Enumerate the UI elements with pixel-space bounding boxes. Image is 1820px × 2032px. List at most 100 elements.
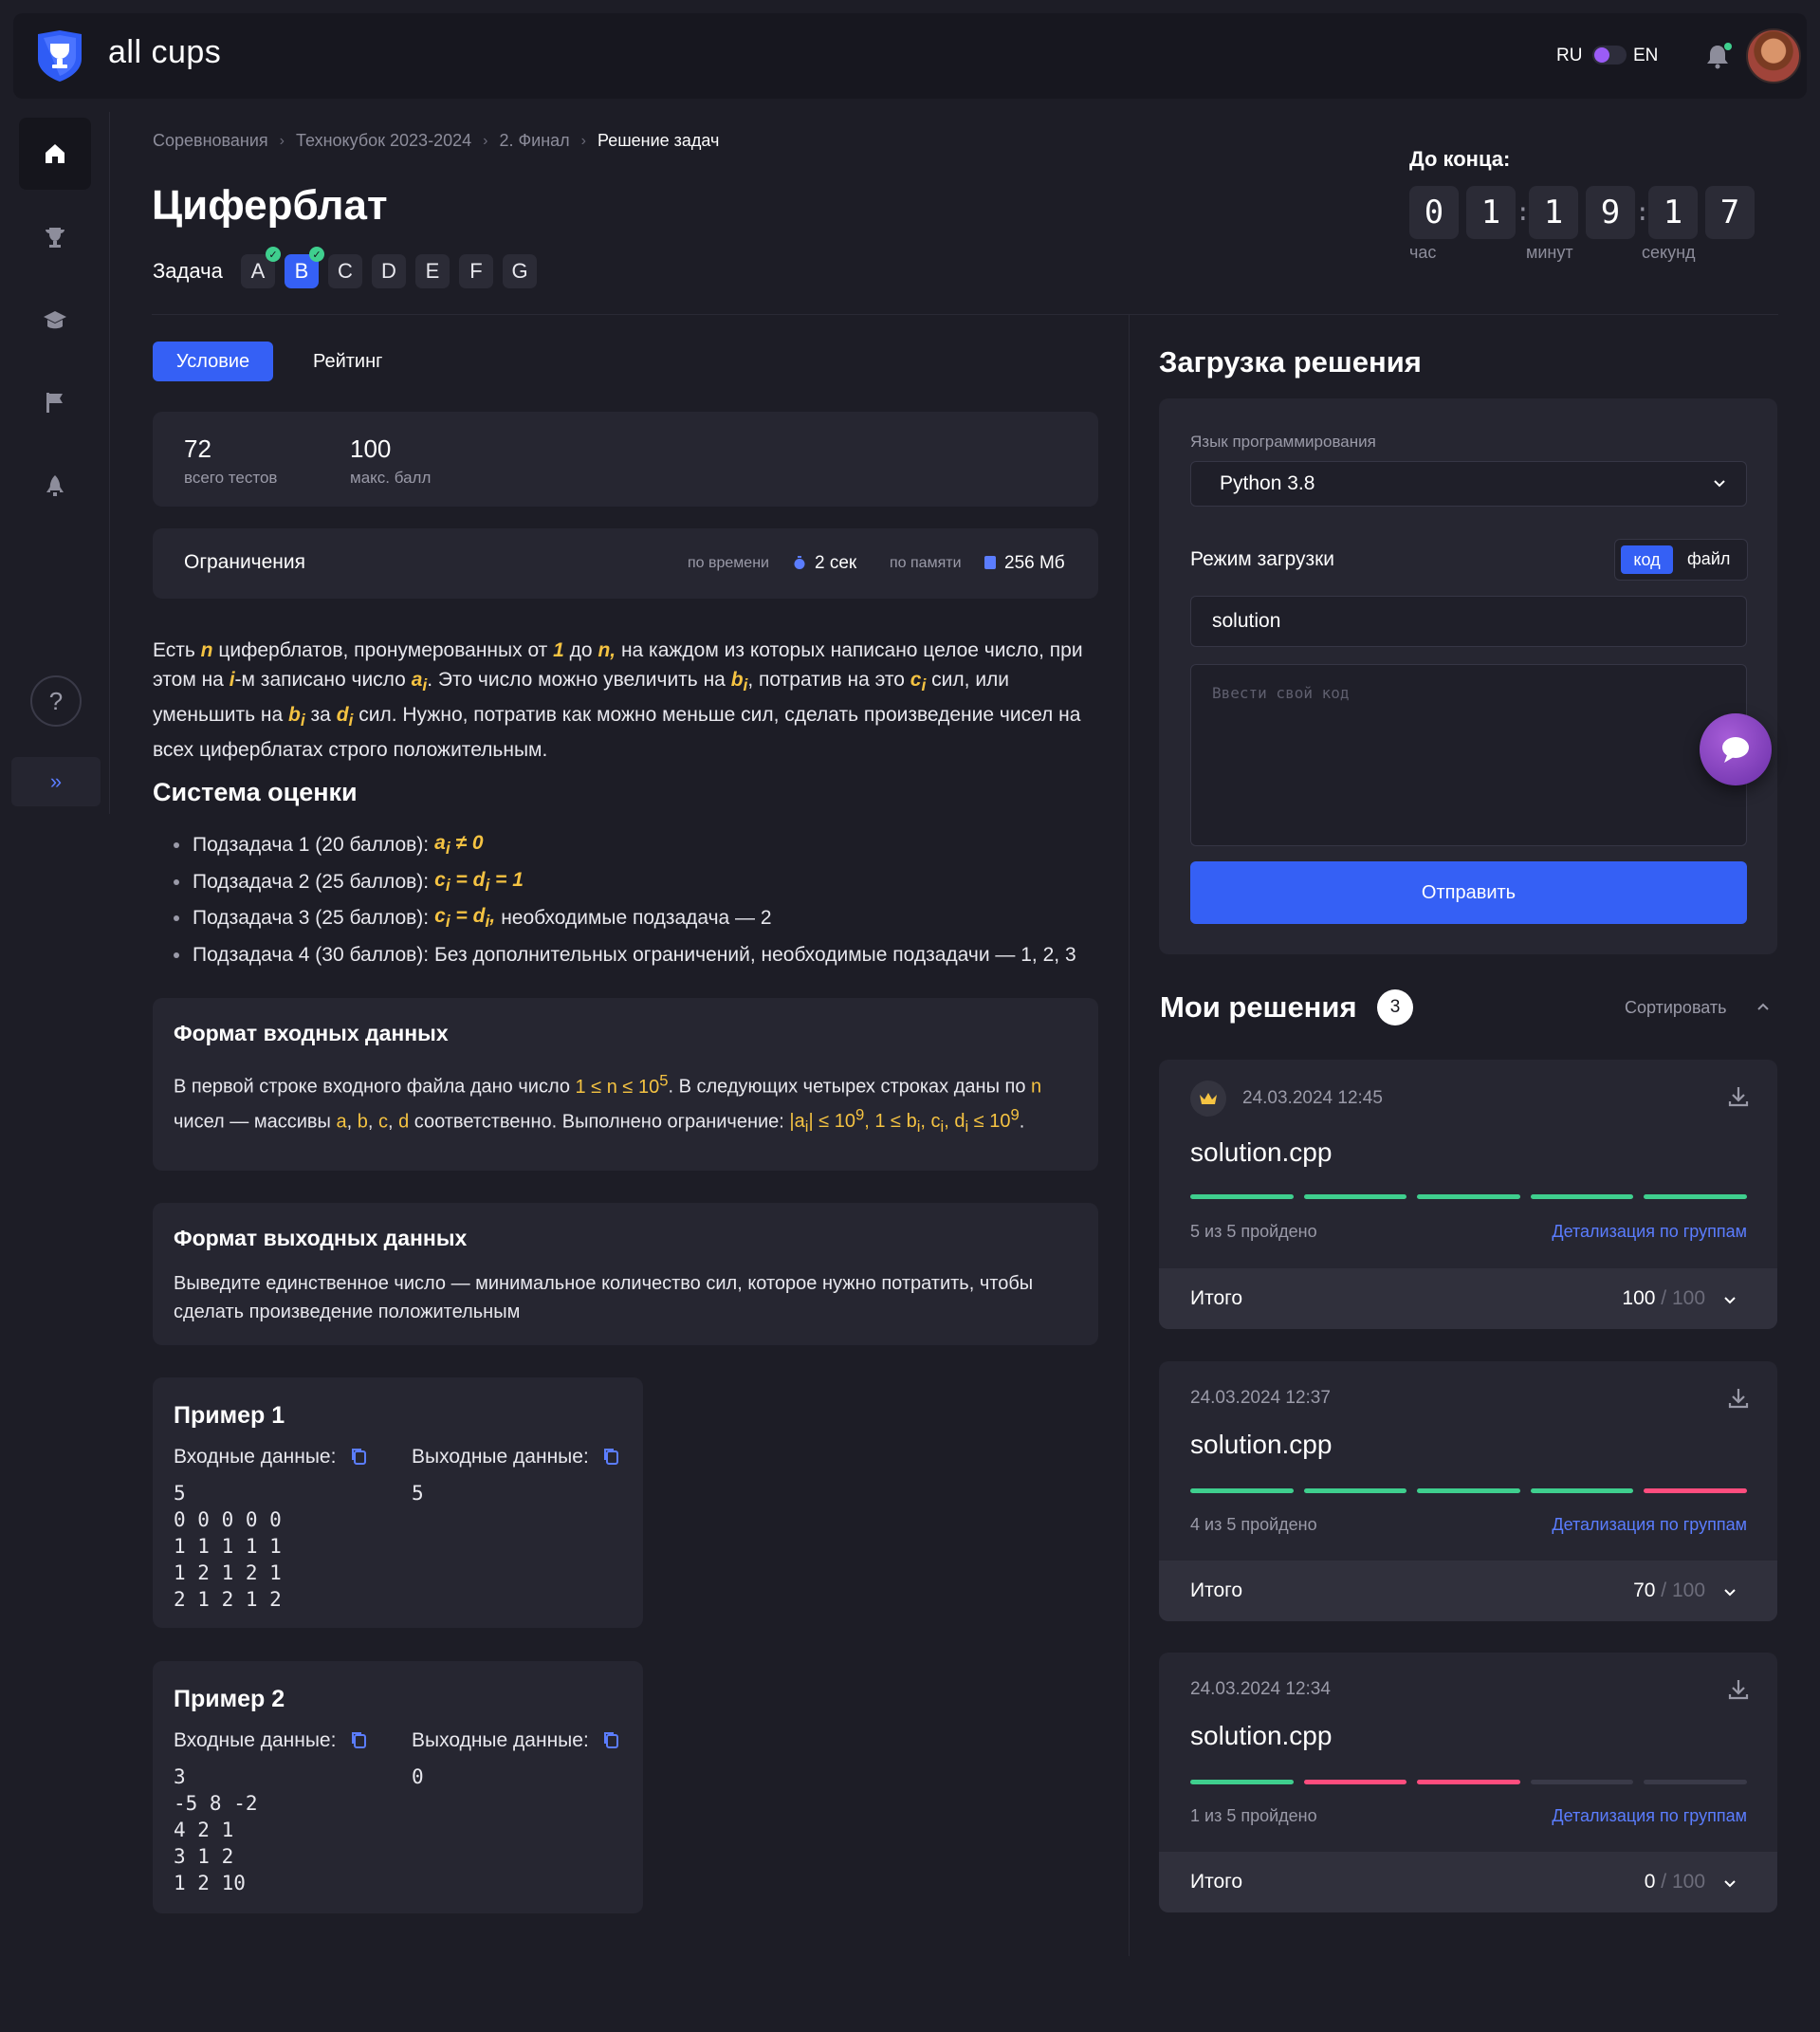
lang-en[interactable]: EN <box>1633 46 1658 66</box>
solution-total-row[interactable]: Итого 100 / 100 <box>1159 1268 1777 1329</box>
mode-code-button[interactable]: код <box>1621 545 1673 574</box>
example-input-label: Входные данные: <box>174 1446 337 1468</box>
sidebar-item-home[interactable] <box>19 118 91 190</box>
education-icon <box>44 311 66 329</box>
submit-button[interactable]: Отправить <box>1190 861 1747 924</box>
tab-condition[interactable]: Условие <box>153 342 273 381</box>
memory-limit-label: по памяти <box>890 555 962 571</box>
passed-count: 1 из 5 пройдено <box>1190 1806 1317 1825</box>
timer-separator: : <box>1635 198 1650 227</box>
group-result-bar <box>1303 1194 1407 1199</box>
task-tab-a[interactable]: A ✓ <box>241 247 281 288</box>
timer-digit: 1 <box>1648 186 1698 239</box>
group-details-link[interactable]: Детализация по группам <box>1552 1222 1747 1242</box>
logo-icon[interactable] <box>32 28 87 83</box>
group-result-bar <box>1303 1488 1407 1493</box>
list-item: Подзадача 1 (20 баллов): ai ≠ 0 <box>174 827 1076 864</box>
timer-label-minutes: минут <box>1526 243 1573 262</box>
example-card: Пример 2 Входные данные: Выходные данные… <box>153 1661 643 1913</box>
flag-icon <box>46 393 63 413</box>
breadcrumb-link[interactable]: 2. Финал <box>499 131 569 151</box>
timer-title: До конца: <box>1409 147 1511 171</box>
task-tab-e[interactable]: E <box>415 254 450 288</box>
time-limit-value: 2 сек <box>815 553 857 573</box>
chevron-down-icon[interactable] <box>1722 1584 1737 1599</box>
upload-card: Язык программирования Python 3.8 Режим з… <box>1159 398 1777 954</box>
group-result-bar <box>1417 1780 1520 1784</box>
sidebar-item-rocket[interactable] <box>19 450 91 522</box>
group-details-link[interactable]: Детализация по группам <box>1552 1806 1747 1826</box>
example-output-data: 0 <box>412 1765 424 1788</box>
sidebar-item-trophy[interactable] <box>19 201 91 273</box>
chevron-down-icon[interactable] <box>1722 1875 1737 1891</box>
language-toggle[interactable] <box>1592 46 1627 65</box>
sidebar-item-flag[interactable] <box>19 366 91 438</box>
input-format-text: В первой строке входного файла дано числ… <box>174 1071 1042 1136</box>
task-tab-c[interactable]: C <box>328 254 362 288</box>
example-input-data: 3 -5 8 -2 4 2 1 3 1 2 1 2 10 <box>174 1765 258 1894</box>
copy-icon[interactable] <box>350 1730 367 1749</box>
timer-digit: 0 <box>1409 186 1459 239</box>
tab-rating[interactable]: Рейтинг <box>313 351 382 373</box>
chat-button[interactable] <box>1700 713 1772 785</box>
rocket-icon <box>46 475 64 496</box>
input-format-title: Формат входных данных <box>174 1021 449 1045</box>
sidebar-expand-button[interactable]: » <box>11 757 101 806</box>
list-item: Подзадача 3 (25 баллов): ci = di, необхо… <box>174 900 1076 937</box>
download-icon[interactable] <box>1726 1677 1751 1702</box>
language-select[interactable]: Python 3.8 <box>1190 461 1747 507</box>
divider <box>1129 315 1130 1956</box>
breadcrumb-current: Решение задач <box>597 131 720 150</box>
list-item: Подзадача 2 (25 баллов): ci = di = 1 <box>174 864 1076 901</box>
upload-mode-toggle: код файл <box>1614 539 1748 581</box>
mode-file-button[interactable]: файл <box>1687 549 1730 569</box>
group-details-link[interactable]: Детализация по группам <box>1552 1515 1747 1535</box>
total-label: Итого <box>1190 1287 1243 1309</box>
input-format-card: Формат входных данных В первой строке вх… <box>153 998 1098 1171</box>
chevron-down-icon[interactable] <box>1722 1292 1737 1307</box>
copy-icon[interactable] <box>350 1447 367 1466</box>
task-tab-b[interactable]: B ✓ <box>285 247 324 288</box>
crown-icon <box>1190 1081 1226 1117</box>
chevron-up-icon[interactable] <box>1756 999 1771 1014</box>
memory-limit-value: 256 Мб <box>1004 553 1065 573</box>
trophy-icon <box>46 228 64 248</box>
solutions-count-badge: 3 <box>1377 989 1413 1025</box>
copy-icon[interactable] <box>602 1447 619 1466</box>
upload-title: Загрузка решения <box>1159 345 1422 379</box>
group-result-bar <box>1190 1488 1294 1493</box>
avatar[interactable] <box>1746 28 1801 83</box>
download-icon[interactable] <box>1726 1084 1751 1109</box>
example-output-data: 5 <box>412 1482 424 1505</box>
sort-button[interactable]: Сортировать <box>1625 998 1727 1018</box>
timer-label-hours: час <box>1409 243 1437 262</box>
sidebar-item-education[interactable] <box>19 285 91 357</box>
scoring-title: Система оценки <box>153 778 358 806</box>
check-icon: ✓ <box>266 247 281 262</box>
timer-digit: 1 <box>1466 186 1516 239</box>
sidebar: ? » <box>11 112 110 814</box>
filename-input[interactable]: solution <box>1190 596 1747 647</box>
code-textarea[interactable]: Ввести свой код <box>1190 664 1747 846</box>
task-tab-g[interactable]: G <box>503 254 537 288</box>
group-result-bar <box>1530 1780 1634 1784</box>
breadcrumb-link[interactable]: Соревнования <box>153 131 268 151</box>
solution-card: 24.03.2024 12:37 solution.cpp 4 из 5 про… <box>1159 1361 1777 1621</box>
stats-card: 72 всего тестов 100 макс. балл <box>153 412 1098 507</box>
task-tab-d[interactable]: D <box>372 254 406 288</box>
test-group-bars <box>1190 1488 1747 1493</box>
divider <box>152 314 1778 315</box>
page-title: Циферблат <box>152 182 388 229</box>
breadcrumb-link[interactable]: Технокубок 2023-2024 <box>296 131 471 151</box>
help-button[interactable]: ? <box>30 675 82 727</box>
copy-icon[interactable] <box>602 1730 619 1749</box>
group-result-bar <box>1644 1488 1747 1493</box>
lang-ru[interactable]: RU <box>1556 46 1582 66</box>
task-tab-f[interactable]: F <box>459 254 493 288</box>
timer-digit: 7 <box>1705 186 1755 239</box>
solution-total-row[interactable]: Итого 70 / 100 <box>1159 1561 1777 1621</box>
solution-date: 24.03.2024 12:45 <box>1242 1088 1383 1108</box>
download-icon[interactable] <box>1726 1386 1751 1411</box>
brand-name[interactable]: all cups <box>108 34 221 71</box>
solution-total-row[interactable]: Итого 0 / 100 <box>1159 1852 1777 1912</box>
